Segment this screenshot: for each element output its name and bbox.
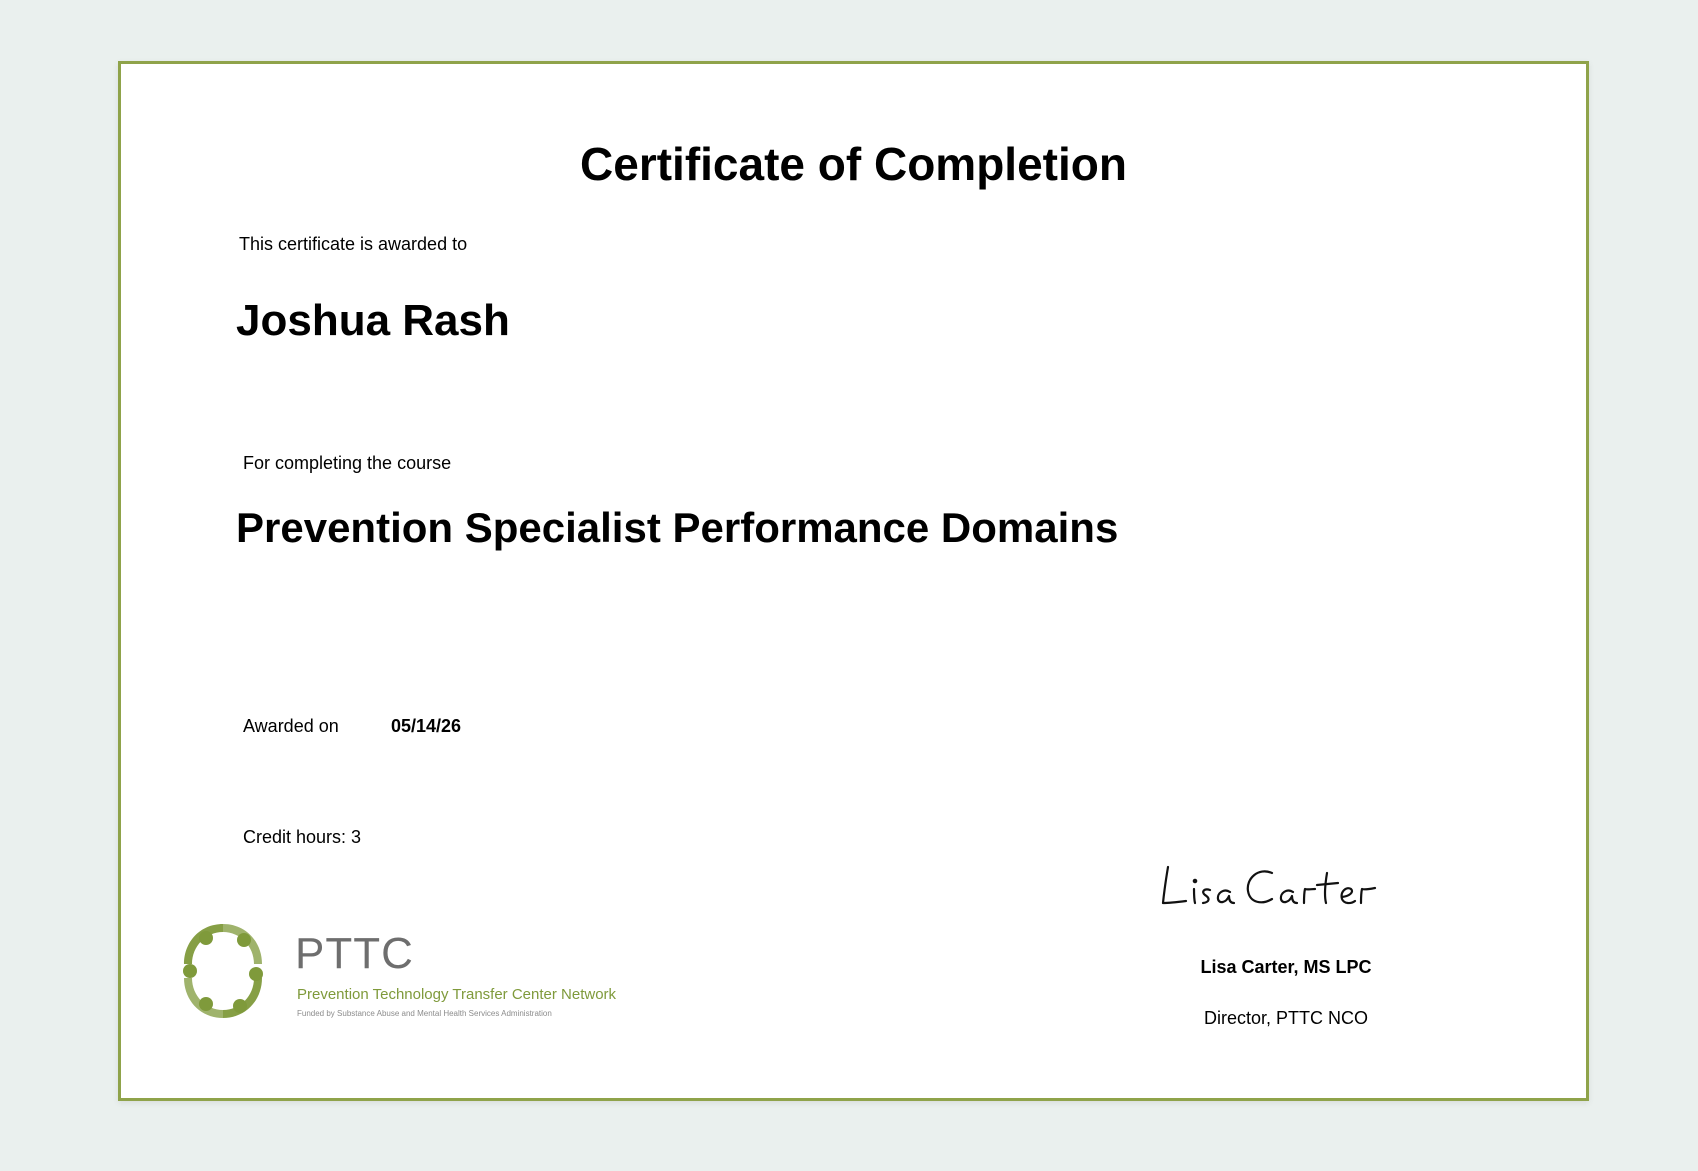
- awarded-to-label: This certificate is awarded to: [239, 234, 468, 254]
- course-name: Prevention Specialist Performance Domain…: [236, 504, 1119, 551]
- certificate: Certificate of Completion This certifica…: [118, 61, 1589, 1101]
- logo-network-name: Prevention Technology Transfer Center Ne…: [297, 986, 617, 1003]
- credit-hours: Credit hours: 3: [243, 827, 362, 847]
- signature-image: [1161, 865, 1377, 905]
- certificate-title: Certificate of Completion: [580, 138, 1127, 190]
- recipient-name: Joshua Rash: [236, 296, 510, 345]
- signer-name: Lisa Carter, MS LPC: [1200, 957, 1372, 977]
- logo-acronym: PTTC: [295, 929, 414, 978]
- awarded-on-label: Awarded on: [243, 716, 339, 736]
- awarded-on-date: 05/14/26: [391, 716, 462, 736]
- course-label: For completing the course: [243, 453, 452, 473]
- logo-funding-line: Funded by Substance Abuse and Mental Hea…: [297, 1009, 552, 1018]
- pttc-logo-icon: [183, 924, 263, 1018]
- signer-title: Director, PTTC NCO: [1203, 1008, 1368, 1028]
